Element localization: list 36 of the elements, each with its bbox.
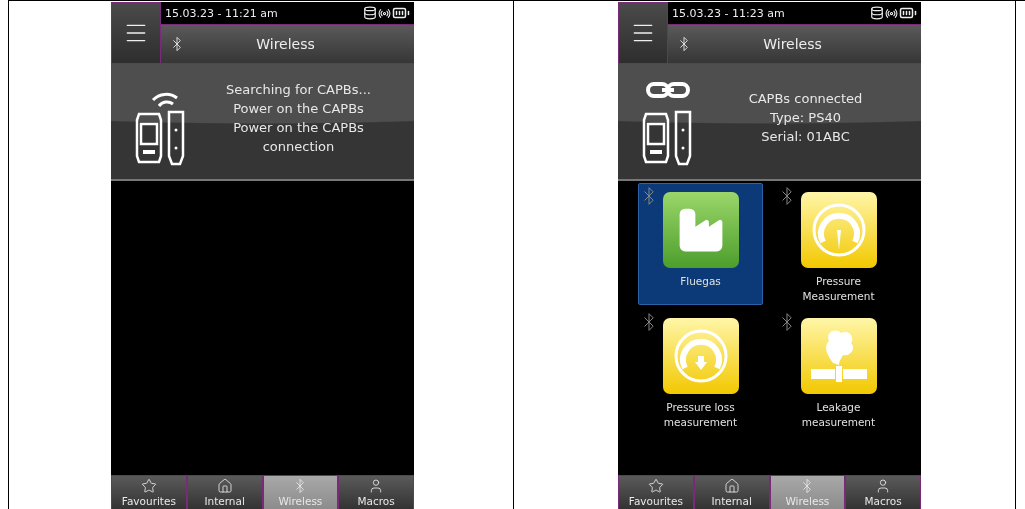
tile-label: Leakage measurement bbox=[800, 400, 877, 430]
star-icon bbox=[140, 478, 157, 494]
date-time: 15.03.23 - 11:21 am bbox=[165, 6, 278, 20]
nav-tab[interactable]: Internal bbox=[693, 475, 770, 509]
tile-label: Fluegas bbox=[679, 274, 722, 289]
screen-title: Wireless bbox=[762, 36, 823, 52]
nav-tab[interactable]: Favourites bbox=[111, 475, 187, 509]
status-text: Type: PS40 bbox=[770, 110, 841, 125]
date-time: 15.03.23 - 11:23 am bbox=[672, 6, 785, 20]
app-tile[interactable]: Pressure Measurement bbox=[776, 183, 901, 305]
status-text: Searching for CAPBs... bbox=[226, 81, 371, 97]
status-text: connection bbox=[262, 138, 335, 154]
database-icon bbox=[870, 6, 884, 20]
star-icon bbox=[647, 478, 664, 494]
nav-tab[interactable]: Macros bbox=[338, 475, 414, 509]
home-icon bbox=[723, 478, 740, 494]
app-tile[interactable]: Pressure loss measurement bbox=[638, 309, 763, 431]
tile-label: Pressure Measurement bbox=[801, 274, 876, 304]
screen-title: Wireless bbox=[255, 36, 316, 52]
status-text: Power on the CAPBs bbox=[233, 100, 364, 116]
nav-tab[interactable]: Favourites bbox=[618, 475, 694, 509]
antenna-icon bbox=[885, 6, 898, 20]
status-text: CAPBs connected bbox=[748, 91, 863, 106]
menu-button[interactable] bbox=[111, 2, 161, 64]
nav-tab[interactable]: Macros bbox=[845, 475, 921, 509]
antenna-icon bbox=[378, 6, 391, 20]
status-text: Serial: 01ABC bbox=[761, 129, 850, 144]
gauge-icon bbox=[810, 202, 867, 258]
tile-label: Pressure loss measurement bbox=[662, 400, 739, 430]
app-tile[interactable]: Fluegas bbox=[638, 183, 763, 305]
home-icon bbox=[216, 478, 233, 494]
database-icon bbox=[363, 6, 377, 20]
status-text: Power on the CAPBs bbox=[233, 119, 364, 135]
menu-button[interactable] bbox=[618, 2, 668, 64]
app-tile[interactable]: Leakage measurement bbox=[776, 309, 901, 431]
nav-tab[interactable]: Internal bbox=[186, 475, 263, 509]
